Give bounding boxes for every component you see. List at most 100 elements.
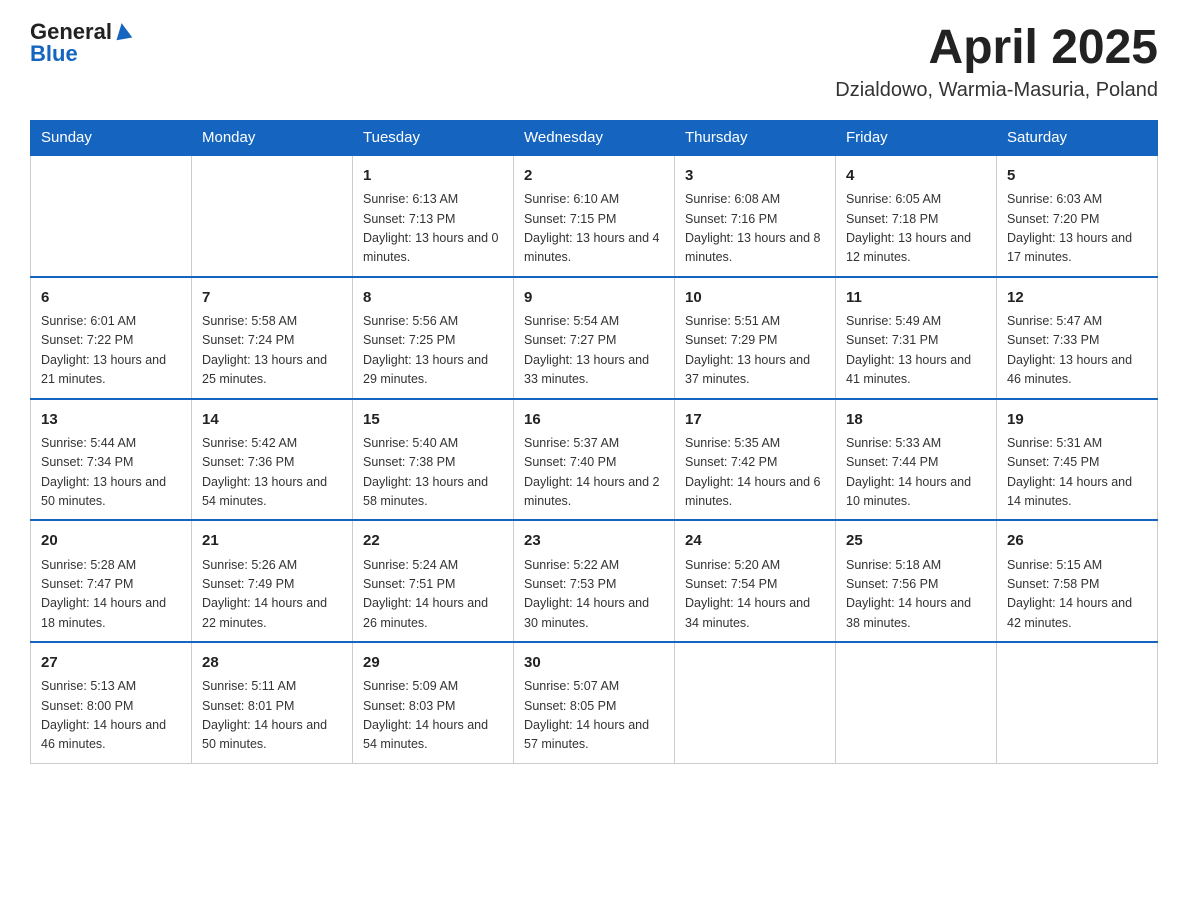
header-friday: Friday [836, 121, 997, 156]
calendar-cell-w3-d6: 18 Sunrise: 5:33 AMSunset: 7:44 PMDayligh… [836, 399, 997, 521]
header-sunday: Sunday [31, 121, 192, 156]
day-number: 24 [685, 529, 825, 552]
day-info: Sunrise: 5:40 AMSunset: 7:38 PMDaylight:… [363, 434, 503, 512]
day-number: 12 [1007, 286, 1147, 309]
title-block: April 2025 Dzialdowo, Warmia-Masuria, Po… [835, 20, 1158, 102]
logo: General Blue [30, 20, 131, 66]
day-number: 23 [524, 529, 664, 552]
calendar-body: 1 Sunrise: 6:13 AMSunset: 7:13 PMDaylight… [31, 155, 1158, 763]
day-number: 13 [41, 408, 181, 431]
day-number: 18 [846, 408, 986, 431]
calendar-cell-w3-d4: 16 Sunrise: 5:37 AMSunset: 7:40 PMDayligh… [514, 399, 675, 521]
day-info: Sunrise: 6:05 AMSunset: 7:18 PMDaylight:… [846, 190, 986, 268]
calendar-cell-w1-d1 [31, 155, 192, 277]
day-number: 29 [363, 651, 503, 674]
day-info: Sunrise: 5:58 AMSunset: 7:24 PMDaylight:… [202, 312, 342, 390]
day-number: 14 [202, 408, 342, 431]
calendar-cell-w2-d1: 6 Sunrise: 6:01 AMSunset: 7:22 PMDaylight… [31, 277, 192, 399]
calendar-cell-w3-d1: 13Sunrise: 5:44 AMSunset: 7:34 PMDayligh… [31, 399, 192, 521]
calendar-cell-w5-d5 [675, 642, 836, 763]
calendar-week-4: 20 Sunrise: 5:28 AMSunset: 7:47 PMDayligh… [31, 520, 1158, 642]
day-number: 20 [41, 529, 181, 552]
calendar-cell-w5-d2: 28Sunrise: 5:11 AMSunset: 8:01 PMDayligh… [192, 642, 353, 763]
calendar-cell-w4-d4: 23 Sunrise: 5:22 AMSunset: 7:53 PMDayligh… [514, 520, 675, 642]
calendar-header-row: SundayMondayTuesdayWednesdayThursdayFrid… [31, 121, 1158, 156]
day-info: Sunrise: 5:15 AMSunset: 7:58 PMDaylight:… [1007, 556, 1147, 634]
day-number: 7 [202, 286, 342, 309]
day-info: Sunrise: 5:18 AMSunset: 7:56 PMDaylight:… [846, 556, 986, 634]
calendar-week-2: 6 Sunrise: 6:01 AMSunset: 7:22 PMDaylight… [31, 277, 1158, 399]
day-number: 30 [524, 651, 664, 674]
calendar-cell-w3-d5: 17Sunrise: 5:35 AMSunset: 7:42 PMDayligh… [675, 399, 836, 521]
day-info: Sunrise: 5:54 AMSunset: 7:27 PMDaylight:… [524, 312, 664, 390]
calendar-cell-w5-d4: 30 Sunrise: 5:07 AMSunset: 8:05 PMDayligh… [514, 642, 675, 763]
calendar-cell-w1-d7: 5 Sunrise: 6:03 AMSunset: 7:20 PMDaylight… [997, 155, 1158, 277]
calendar-cell-w5-d1: 27Sunrise: 5:13 AMSunset: 8:00 PMDayligh… [31, 642, 192, 763]
day-info: Sunrise: 5:51 AMSunset: 7:29 PMDaylight:… [685, 312, 825, 390]
day-info: Sunrise: 6:08 AMSunset: 7:16 PMDaylight:… [685, 190, 825, 268]
calendar-table: SundayMondayTuesdayWednesdayThursdayFrid… [30, 120, 1158, 764]
calendar-cell-w2-d4: 9 Sunrise: 5:54 AMSunset: 7:27 PMDaylight… [514, 277, 675, 399]
header-saturday: Saturday [997, 121, 1158, 156]
calendar-cell-w3-d3: 15 Sunrise: 5:40 AMSunset: 7:38 PMDayligh… [353, 399, 514, 521]
day-info: Sunrise: 5:20 AMSunset: 7:54 PMDaylight:… [685, 556, 825, 634]
header-monday: Monday [192, 121, 353, 156]
calendar-week-5: 27Sunrise: 5:13 AMSunset: 8:00 PMDayligh… [31, 642, 1158, 763]
day-number: 8 [363, 286, 503, 309]
day-number: 3 [685, 164, 825, 187]
calendar-cell-w1-d6: 4Sunrise: 6:05 AMSunset: 7:18 PMDaylight… [836, 155, 997, 277]
day-info: Sunrise: 6:03 AMSunset: 7:20 PMDaylight:… [1007, 190, 1147, 268]
calendar-cell-w2-d7: 12Sunrise: 5:47 AMSunset: 7:33 PMDayligh… [997, 277, 1158, 399]
header-tuesday: Tuesday [353, 121, 514, 156]
calendar-week-3: 13Sunrise: 5:44 AMSunset: 7:34 PMDayligh… [31, 399, 1158, 521]
day-number: 16 [524, 408, 664, 431]
day-info: Sunrise: 5:37 AMSunset: 7:40 PMDaylight:… [524, 434, 664, 512]
calendar-cell-w4-d7: 26 Sunrise: 5:15 AMSunset: 7:58 PMDayligh… [997, 520, 1158, 642]
calendar-cell-w3-d2: 14 Sunrise: 5:42 AMSunset: 7:36 PMDayligh… [192, 399, 353, 521]
day-number: 1 [363, 164, 503, 187]
day-info: Sunrise: 5:33 AMSunset: 7:44 PMDaylight:… [846, 434, 986, 512]
day-info: Sunrise: 5:26 AMSunset: 7:49 PMDaylight:… [202, 556, 342, 634]
calendar-cell-w4-d2: 21 Sunrise: 5:26 AMSunset: 7:49 PMDayligh… [192, 520, 353, 642]
calendar-cell-w2-d2: 7 Sunrise: 5:58 AMSunset: 7:24 PMDaylight… [192, 277, 353, 399]
calendar-cell-w1-d5: 3 Sunrise: 6:08 AMSunset: 7:16 PMDaylight… [675, 155, 836, 277]
day-number: 22 [363, 529, 503, 552]
page-title: April 2025 [835, 20, 1158, 75]
calendar-cell-w2-d5: 10 Sunrise: 5:51 AMSunset: 7:29 PMDayligh… [675, 277, 836, 399]
calendar-cell-w3-d7: 19 Sunrise: 5:31 AMSunset: 7:45 PMDayligh… [997, 399, 1158, 521]
day-number: 10 [685, 286, 825, 309]
calendar-week-1: 1 Sunrise: 6:13 AMSunset: 7:13 PMDaylight… [31, 155, 1158, 277]
page-header: General Blue April 2025 Dzialdowo, Warmi… [30, 20, 1158, 102]
calendar-cell-w1-d4: 2 Sunrise: 6:10 AMSunset: 7:15 PMDaylight… [514, 155, 675, 277]
day-number: 21 [202, 529, 342, 552]
day-info: Sunrise: 5:22 AMSunset: 7:53 PMDaylight:… [524, 556, 664, 634]
day-number: 6 [41, 286, 181, 309]
day-info: Sunrise: 5:31 AMSunset: 7:45 PMDaylight:… [1007, 434, 1147, 512]
day-number: 19 [1007, 408, 1147, 431]
day-number: 17 [685, 408, 825, 431]
calendar-cell-w2-d6: 11Sunrise: 5:49 AMSunset: 7:31 PMDayligh… [836, 277, 997, 399]
day-info: Sunrise: 6:10 AMSunset: 7:15 PMDaylight:… [524, 190, 664, 268]
day-number: 11 [846, 286, 986, 309]
page-subtitle: Dzialdowo, Warmia-Masuria, Poland [835, 79, 1158, 102]
day-number: 15 [363, 408, 503, 431]
day-number: 25 [846, 529, 986, 552]
day-info: Sunrise: 5:28 AMSunset: 7:47 PMDaylight:… [41, 556, 181, 634]
day-info: Sunrise: 6:01 AMSunset: 7:22 PMDaylight:… [41, 312, 181, 390]
day-info: Sunrise: 5:24 AMSunset: 7:51 PMDaylight:… [363, 556, 503, 634]
day-number: 9 [524, 286, 664, 309]
day-info: Sunrise: 5:09 AMSunset: 8:03 PMDaylight:… [363, 677, 503, 755]
calendar-cell-w2-d3: 8Sunrise: 5:56 AMSunset: 7:25 PMDaylight… [353, 277, 514, 399]
header-thursday: Thursday [675, 121, 836, 156]
calendar-cell-w1-d2 [192, 155, 353, 277]
calendar-cell-w1-d3: 1 Sunrise: 6:13 AMSunset: 7:13 PMDaylight… [353, 155, 514, 277]
day-info: Sunrise: 5:11 AMSunset: 8:01 PMDaylight:… [202, 677, 342, 755]
day-info: Sunrise: 6:13 AMSunset: 7:13 PMDaylight:… [363, 190, 503, 268]
calendar-cell-w4-d5: 24 Sunrise: 5:20 AMSunset: 7:54 PMDayligh… [675, 520, 836, 642]
calendar-cell-w4-d6: 25 Sunrise: 5:18 AMSunset: 7:56 PMDayligh… [836, 520, 997, 642]
day-number: 2 [524, 164, 664, 187]
day-info: Sunrise: 5:07 AMSunset: 8:05 PMDaylight:… [524, 677, 664, 755]
day-info: Sunrise: 5:42 AMSunset: 7:36 PMDaylight:… [202, 434, 342, 512]
day-number: 26 [1007, 529, 1147, 552]
day-number: 5 [1007, 164, 1147, 187]
